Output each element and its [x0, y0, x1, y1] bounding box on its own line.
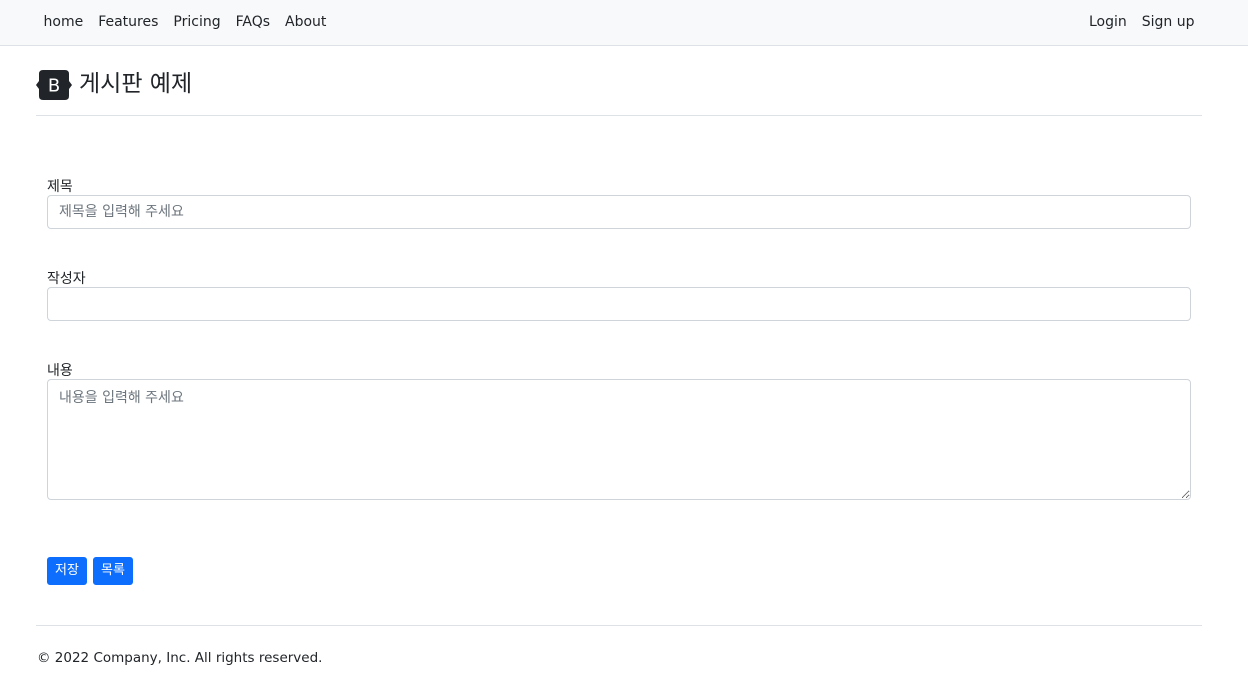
author-label: 작성자: [47, 271, 86, 287]
bootstrap-logo-icon[interactable]: B: [36, 70, 72, 100]
title-label: 제목: [47, 179, 73, 195]
nav-left-links: home Features Pricing FAQs About: [36, 0, 334, 45]
signup-link[interactable]: Sign up: [1134, 0, 1202, 45]
list-button[interactable]: 목록: [93, 557, 133, 585]
content-label: 내용: [47, 363, 73, 379]
nav-link-features[interactable]: Features: [91, 0, 166, 45]
page-title: 게시판 예제: [79, 71, 193, 97]
login-link[interactable]: Login: [1081, 0, 1134, 45]
nav-right-links: Login Sign up: [1081, 0, 1202, 45]
nav-link-faqs[interactable]: FAQs: [228, 0, 277, 45]
top-navbar: home Features Pricing FAQs About Login S…: [0, 0, 1248, 46]
save-button[interactable]: 저장: [47, 557, 87, 585]
logo-letter: B: [48, 76, 60, 97]
footer-copyright: © 2022 Company, Inc. All rights reserved…: [37, 650, 323, 666]
nav-link-about[interactable]: About: [278, 0, 334, 45]
footer-divider: [36, 625, 1202, 626]
title-input[interactable]: [47, 195, 1191, 229]
content-textarea[interactable]: [47, 379, 1191, 500]
nav-link-pricing[interactable]: Pricing: [166, 0, 228, 45]
page-header: B 게시판 예제: [36, 68, 1202, 116]
author-input[interactable]: [47, 287, 1191, 321]
nav-link-home[interactable]: home: [36, 0, 91, 45]
